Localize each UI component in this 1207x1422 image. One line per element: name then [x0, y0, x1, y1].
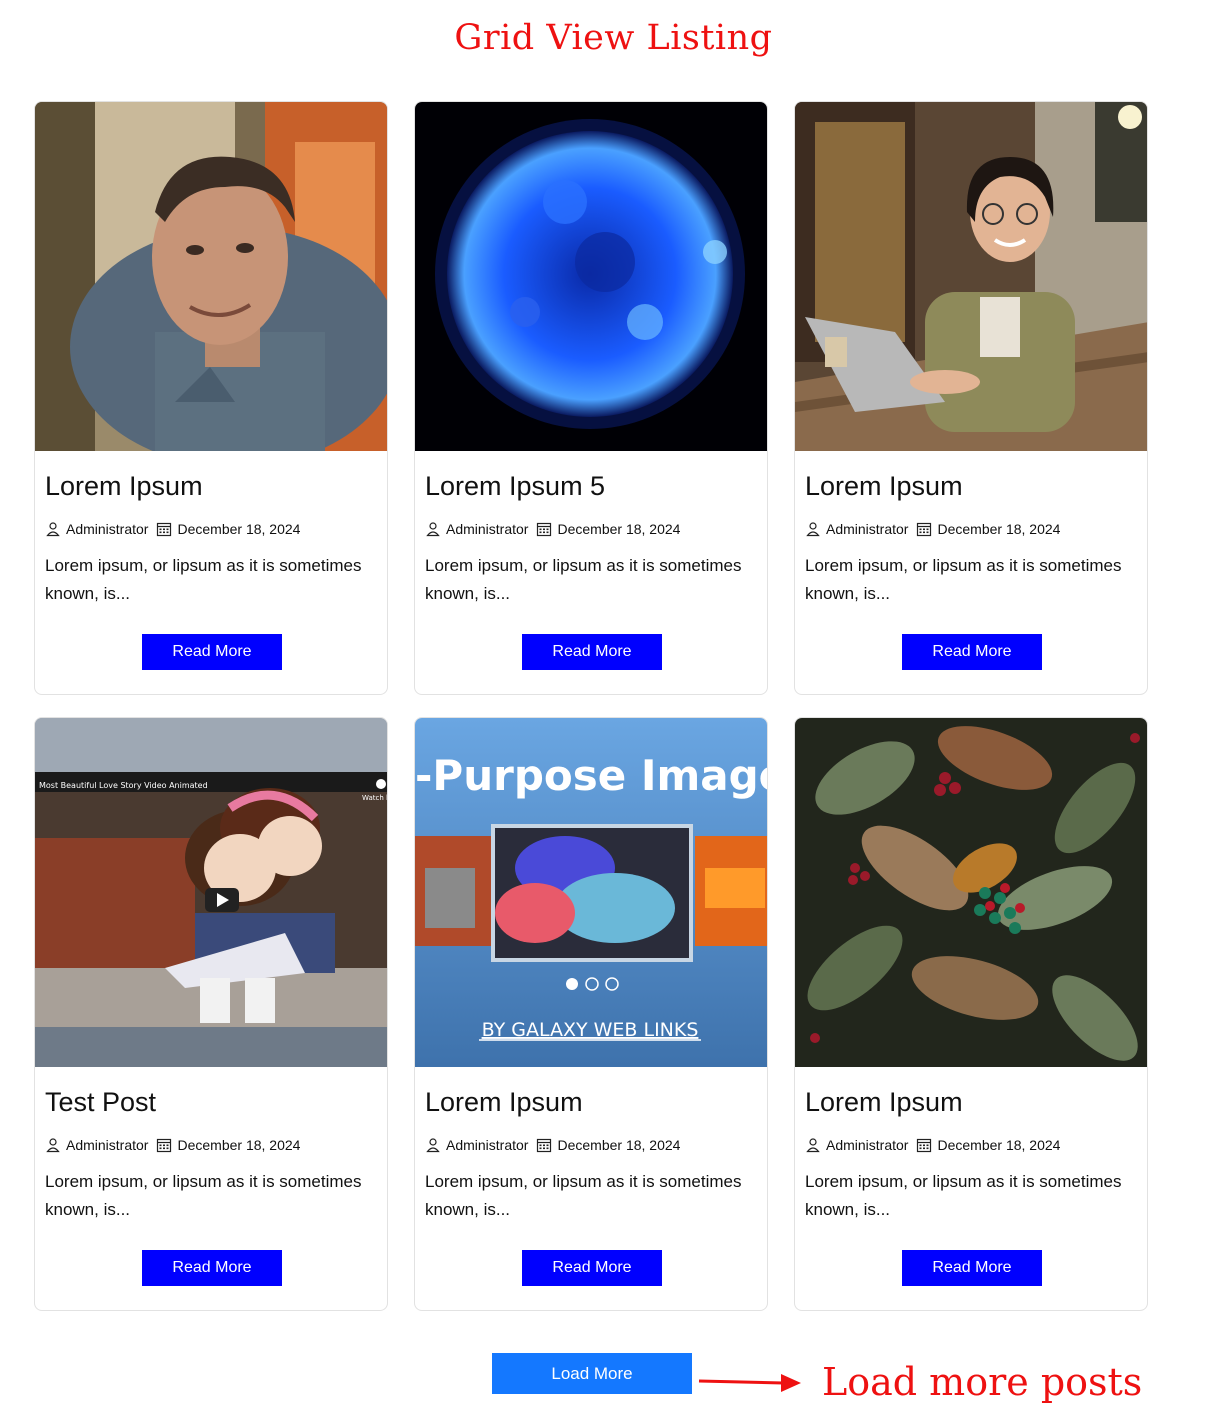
post-thumbnail[interactable]	[795, 102, 1147, 451]
user-icon	[46, 1138, 60, 1153]
post-card: Lorem Ipsum Administrator December 18, 2…	[794, 717, 1148, 1311]
post-thumbnail[interactable]	[795, 718, 1147, 1067]
user-icon	[806, 522, 820, 537]
annotation-label: Load more posts	[822, 1360, 1143, 1404]
post-author: Administrator	[446, 521, 529, 537]
post-card: Lorem Ipsum Administrator December 18, 2…	[34, 101, 388, 695]
video-thumbnail-image: Most Beautiful Love Story Video Animated…	[35, 718, 388, 1067]
arrow-right-icon	[698, 1374, 801, 1392]
post-title[interactable]: Lorem Ipsum	[45, 471, 203, 502]
read-more-button[interactable]: Read More	[522, 634, 662, 670]
blue-sun-image	[415, 102, 767, 451]
post-meta: Administrator December 18, 2024	[805, 521, 1060, 537]
post-thumbnail[interactable]	[35, 102, 387, 451]
read-more-button[interactable]: Read More	[142, 634, 282, 670]
calendar-icon	[537, 522, 552, 537]
post-date: December 18, 2024	[937, 521, 1061, 537]
read-more-button[interactable]: Read More	[902, 1250, 1042, 1286]
post-author: Administrator	[66, 521, 149, 537]
calendar-icon	[157, 522, 172, 537]
user-icon	[426, 1138, 440, 1153]
post-meta: Administrator December 18, 2024	[425, 1137, 680, 1153]
read-more-button[interactable]: Read More	[522, 1250, 662, 1286]
post-author: Administrator	[446, 1137, 529, 1153]
post-card: Lorem Ipsum 5 Administrator December 18,…	[414, 101, 768, 695]
post-thumbnail[interactable]	[415, 102, 767, 451]
post-author: Administrator	[66, 1137, 149, 1153]
user-icon	[46, 522, 60, 537]
post-thumbnail[interactable]: Most Beautiful Love Story Video Animated…	[35, 718, 388, 1067]
post-card: Most Beautiful Love Story Video Animated…	[34, 717, 388, 1311]
banner-footer: BY GALAXY WEB LINKS	[482, 1019, 699, 1041]
calendar-icon	[917, 522, 932, 537]
user-icon	[426, 522, 440, 537]
post-date: December 18, 2024	[937, 1137, 1061, 1153]
post-title[interactable]: Lorem Ipsum	[805, 1087, 963, 1118]
post-excerpt: Lorem ipsum, or lipsum as it is sometime…	[425, 556, 742, 603]
post-thumbnail[interactable]: -Purpose Image - BY GALAXY WEB LINKS	[415, 718, 768, 1067]
banner-heading: -Purpose Image -	[415, 751, 768, 800]
post-meta: Administrator December 18, 2024	[45, 521, 300, 537]
post-excerpt: Lorem ipsum, or lipsum as it is sometime…	[805, 556, 1122, 603]
post-card: Lorem Ipsum Administrator December 18, 2…	[794, 101, 1148, 695]
calendar-icon	[917, 1138, 932, 1153]
post-date: December 18, 2024	[177, 1137, 301, 1153]
post-excerpt: Lorem ipsum, or lipsum as it is sometime…	[425, 1172, 742, 1219]
post-meta: Administrator December 18, 2024	[45, 1137, 300, 1153]
post-author: Administrator	[826, 1137, 909, 1153]
calendar-icon	[537, 1138, 552, 1153]
slider-banner-image: -Purpose Image - BY GALAXY WEB LINKS	[415, 718, 768, 1067]
video-caption: Most Beautiful Love Story Video Animated	[39, 781, 208, 790]
post-title[interactable]: Lorem Ipsum 5	[425, 471, 605, 502]
post-excerpt: Lorem ipsum, or lipsum as it is sometime…	[805, 1172, 1122, 1219]
load-more-button[interactable]: Load More	[492, 1353, 692, 1394]
user-icon	[806, 1138, 820, 1153]
leaves-berries-image	[795, 718, 1147, 1067]
read-more-button[interactable]: Read More	[902, 634, 1042, 670]
post-author: Administrator	[826, 521, 909, 537]
post-title[interactable]: Lorem Ipsum	[425, 1087, 583, 1118]
calendar-icon	[157, 1138, 172, 1153]
post-title[interactable]: Lorem Ipsum	[805, 471, 963, 502]
post-title[interactable]: Test Post	[45, 1087, 156, 1118]
page-title: Grid View Listing	[454, 18, 773, 58]
post-excerpt: Lorem ipsum, or lipsum as it is sometime…	[45, 556, 362, 603]
man-portrait-image	[35, 102, 387, 451]
woman-laptop-image	[795, 102, 1147, 451]
post-meta: Administrator December 18, 2024	[425, 521, 680, 537]
video-watch-label: Watch l	[362, 794, 388, 802]
post-excerpt: Lorem ipsum, or lipsum as it is sometime…	[45, 1172, 362, 1219]
post-card: -Purpose Image - BY GALAXY WEB LINKS Lor…	[414, 717, 768, 1311]
read-more-button[interactable]: Read More	[142, 1250, 282, 1286]
post-date: December 18, 2024	[177, 521, 301, 537]
post-meta: Administrator December 18, 2024	[805, 1137, 1060, 1153]
post-date: December 18, 2024	[557, 521, 681, 537]
post-date: December 18, 2024	[557, 1137, 681, 1153]
